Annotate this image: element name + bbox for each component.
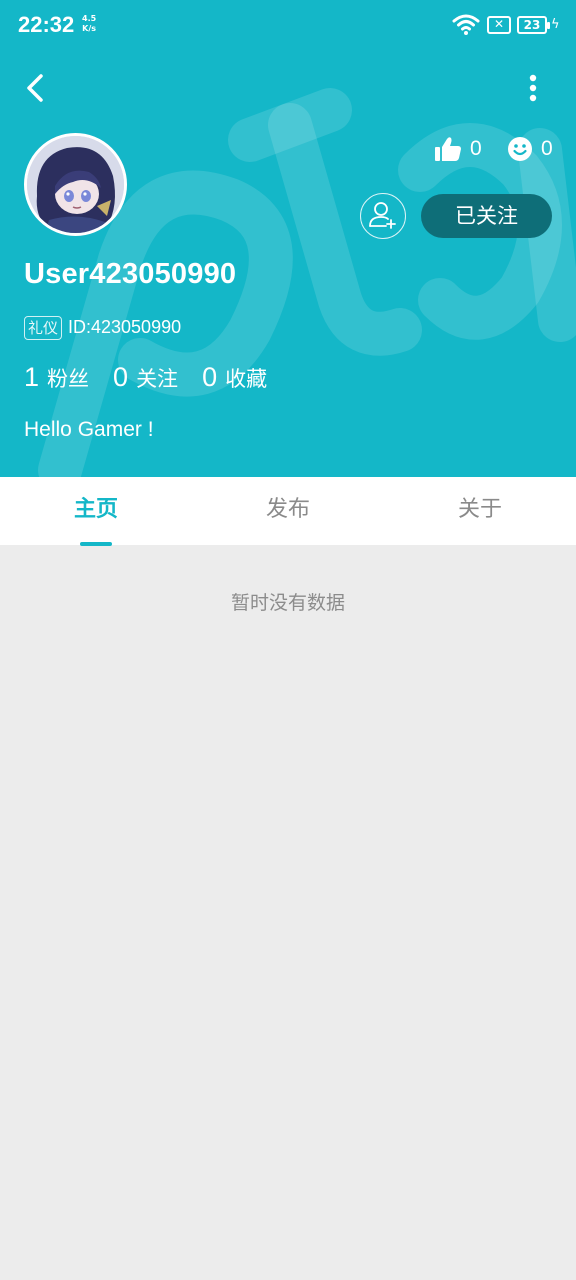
tab-home[interactable]: 主页 [0,477,192,545]
add-user-icon [369,202,396,229]
battery-icon: 23 [517,16,550,34]
smile-count: 0 [541,137,553,160]
active-tab-indicator [80,542,112,546]
avatar-image [27,136,124,233]
username: User423050990 [24,258,237,290]
add-friend-button[interactable] [360,193,406,239]
following-label: 关注 [136,367,179,391]
tab-posts[interactable]: 发布 [192,477,384,545]
followed-button[interactable]: 已关注 [421,194,552,238]
thumbs-up-icon [435,137,461,161]
favorites-stat[interactable]: 0 收藏 [202,362,267,393]
net-speed: 4.5 K/s [82,14,96,34]
more-options-icon[interactable] [518,68,548,108]
tab-about[interactable]: 关于 [384,477,576,545]
profile-header: 22:32 4.5 K/s ✕ 23 ϟ 0 0 已关注 User4230509… [0,0,576,477]
following-stat[interactable]: 0 关注 [113,362,178,393]
profile-stats: 1 粉丝 0 关注 0 收藏 [24,362,291,393]
no-sim-icon: ✕ [487,16,511,34]
following-count: 0 [113,362,129,392]
empty-state-message: 暂时没有数据 [230,592,345,614]
net-speed-unit: K/s [82,24,97,33]
etiquette-badge: 礼仪 [24,316,63,340]
status-bar: 22:32 4.5 K/s ✕ 23 ϟ [0,0,576,52]
followers-count: 1 [24,362,40,392]
likes-count: 0 [470,137,482,160]
followers-label: 粉丝 [47,367,90,391]
profile-bio: Hello Gamer ! [24,418,154,441]
watermark-logo [38,88,576,477]
user-id: ID:423050990 [68,317,182,337]
back-arrow-icon[interactable] [18,66,58,110]
clock: 22:32 [18,12,75,37]
favorites-count: 0 [202,362,218,392]
profile-tabs: 主页 发布 关于 [0,477,576,545]
net-speed-value: 4.5 [82,14,97,23]
smile-icon [508,137,532,161]
avatar[interactable] [24,133,127,236]
battery-level: 23 [523,18,541,32]
charging-icon: ϟ [551,17,560,32]
followers-stat[interactable]: 1 粉丝 [24,362,89,393]
wifi-icon [452,14,480,35]
favorites-label: 收藏 [225,367,268,391]
smile-counter[interactable]: 0 [507,134,553,164]
likes-counter[interactable]: 0 [434,134,482,164]
